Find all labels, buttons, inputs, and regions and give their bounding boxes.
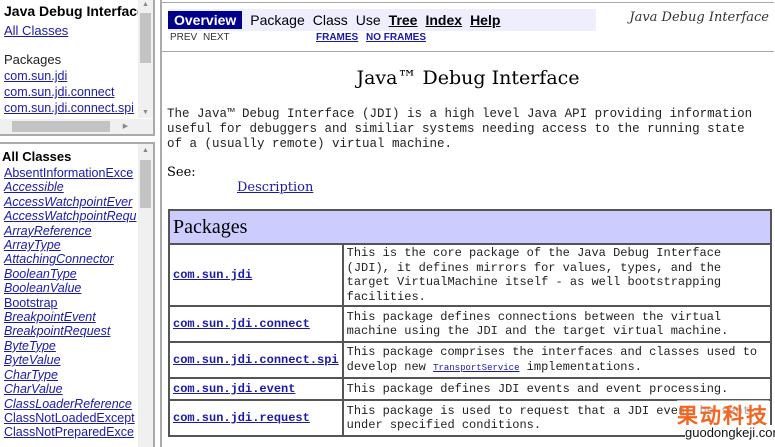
table-row: com.sun.jdi.event This package defines JD…	[168, 377, 773, 401]
class-link[interactable]: AccessWatchpointEver	[4, 195, 136, 209]
frame-title: Java Debug Interface	[4, 3, 145, 19]
description-text: implementations.	[519, 359, 642, 374]
nav-index[interactable]: Index	[425, 12, 462, 28]
horizontal-scrollbar[interactable]: ▶	[0, 119, 153, 134]
all-classes-frame: All Classes AbsentInformationExce Accessi…	[0, 142, 155, 447]
package-description: This package defines JDI events and even…	[341, 377, 773, 401]
nav-overview: Overview	[168, 11, 243, 29]
navbar: Overview Package Class Use Tree Index He…	[168, 9, 596, 31]
package-link[interactable]: com.sun.jdi.event	[173, 382, 295, 396]
all-classes-link[interactable]: All Classes	[4, 23, 68, 38]
scrollbar-thumb[interactable]	[140, 13, 151, 63]
table-row: com.sun.jdi.connect.spi This package comp…	[168, 341, 773, 379]
class-link[interactable]: Accessible	[4, 180, 136, 194]
scroll-right-icon[interactable]: ▶	[118, 122, 133, 130]
class-link[interactable]: CharType	[4, 368, 136, 382]
class-link[interactable]: CharValue	[4, 382, 136, 396]
frames-link[interactable]: FRAMES	[316, 32, 358, 43]
vertical-scrollbar[interactable]: ▲	[138, 144, 153, 447]
package-link[interactable]: com.sun.jdi	[173, 268, 252, 282]
class-link[interactable]: ArrayType	[4, 238, 136, 252]
table-row: com.sun.jdi This is the core package of t…	[168, 243, 773, 307]
package-description: This is the core package of the Java Deb…	[341, 243, 773, 307]
vertical-scrollbar[interactable]: ▲ ▼	[138, 0, 153, 118]
doc-title: Java Debug Interface	[629, 10, 769, 25]
page-title: Java™ Debug Interface	[356, 67, 580, 89]
main-frame: Overview Package Class Use Tree Index He…	[160, 0, 775, 447]
no-frames-link[interactable]: NO FRAMES	[366, 32, 426, 43]
next-label: NEXT	[203, 32, 230, 43]
nav-class: Class	[312, 12, 348, 28]
watermark-url: guodongkeji.com	[685, 425, 775, 440]
class-link[interactable]: ClassNotPreparedExce	[4, 425, 136, 439]
class-link[interactable]: AbsentInformationExce	[4, 166, 136, 180]
intro-text: The Java™ Debug Interface (JDI) is a hig…	[167, 107, 753, 151]
class-link[interactable]: ByteType	[4, 339, 136, 353]
class-list: AbsentInformationExce Accessible AccessWat…	[4, 166, 136, 440]
divider	[162, 51, 774, 52]
description-link[interactable]: Description	[237, 180, 313, 195]
package-link[interactable]: com.sun.jdi	[4, 69, 67, 83]
package-link[interactable]: com.sun.jdi.request	[173, 411, 310, 425]
class-link[interactable]: ClassNotLoadedExcept	[4, 411, 136, 425]
package-description: This package defines connections between…	[341, 305, 773, 343]
nav-help[interactable]: Help	[470, 12, 500, 28]
class-link[interactable]: AccessWatchpointRequ	[4, 209, 136, 223]
prev-label: PREV	[170, 32, 198, 43]
class-link[interactable]: ArrayReference	[4, 224, 136, 238]
see-label: See:	[167, 165, 196, 180]
package-link[interactable]: com.sun.jdi.connect.spi	[173, 353, 339, 367]
package-description: This package comprises the interfaces an…	[341, 341, 773, 379]
divider	[162, 2, 774, 3]
packages-table-heading: Packages	[168, 209, 772, 245]
scrollbar-thumb[interactable]	[140, 160, 151, 208]
all-classes-heading: All Classes	[2, 149, 72, 164]
scrollbar-thumb[interactable]	[12, 121, 110, 132]
package-list-frame: Java Debug Interface All Classes Package…	[0, 0, 155, 136]
package-link[interactable]: com.sun.jdi.connect.spi	[4, 101, 134, 115]
class-link[interactable]: BooleanType	[4, 267, 136, 281]
scroll-down-icon[interactable]: ▼	[138, 109, 153, 116]
class-link[interactable]: ByteValue	[4, 353, 136, 367]
package-link[interactable]: com.sun.jdi.connect	[173, 317, 310, 331]
scroll-up-icon[interactable]: ▲	[138, 1, 153, 8]
transport-service-link[interactable]: TransportService	[433, 363, 519, 373]
scroll-up-icon[interactable]: ▲	[138, 147, 153, 154]
nav-tree[interactable]: Tree	[389, 12, 418, 28]
table-row: com.sun.jdi.connect This package defines …	[168, 305, 773, 343]
nav-use: Use	[355, 12, 381, 28]
nav-package: Package	[250, 12, 305, 28]
packages-heading: Packages	[4, 52, 62, 67]
class-link[interactable]: AttachingConnector	[4, 252, 136, 266]
class-link[interactable]: ClassLoaderReference	[4, 397, 136, 411]
package-link[interactable]: com.sun.jdi.connect	[4, 85, 114, 99]
class-link[interactable]: BreakpointRequest	[4, 324, 136, 338]
class-link[interactable]: Bootstrap	[4, 296, 136, 310]
class-link[interactable]: BooleanValue	[4, 281, 136, 295]
class-link[interactable]: BreakpointEvent	[4, 310, 136, 324]
